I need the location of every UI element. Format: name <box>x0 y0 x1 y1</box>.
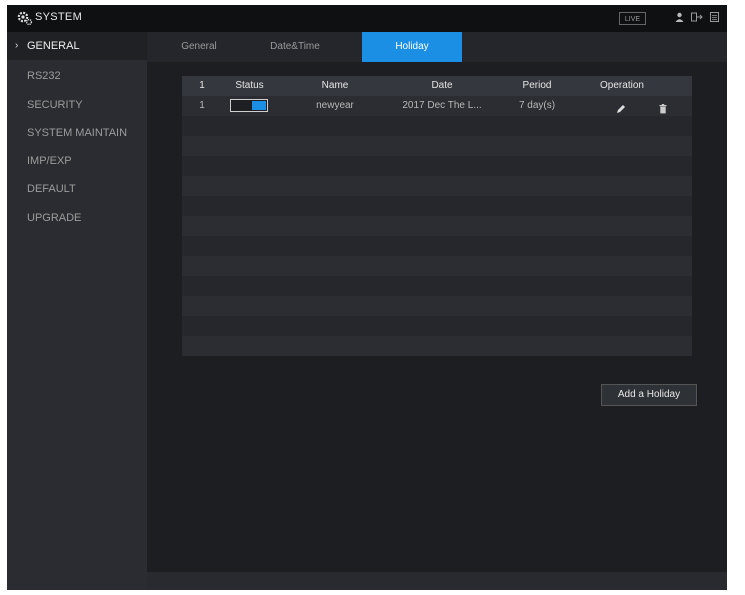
table-row <box>182 116 692 136</box>
table-row <box>182 216 692 236</box>
table-row <box>182 336 692 356</box>
sidebar-item-default[interactable]: DEFAULT <box>7 175 147 203</box>
table-row <box>182 136 692 156</box>
sidebar-item-system-maintain[interactable]: SYSTEM MAINTAIN <box>7 119 147 147</box>
sidebar-item-security[interactable]: SECURITY <box>7 91 147 119</box>
status-toggle[interactable] <box>230 99 268 112</box>
live-button[interactable]: LIVE <box>619 12 646 25</box>
table-row <box>182 316 692 336</box>
sidebar-item-label: DEFAULT <box>27 183 76 195</box>
sidebar-item-rs232[interactable]: RS232 <box>7 62 147 90</box>
sidebar-item-label: GENERAL <box>27 40 80 52</box>
user-icon[interactable] <box>675 12 684 25</box>
toggle-knob <box>252 101 266 110</box>
sidebar-item-imp-exp[interactable]: IMP/EXP <box>7 147 147 175</box>
chevron-right-icon: › <box>15 40 19 51</box>
tab-bar: General Date&Time Holiday <box>147 32 727 62</box>
top-bar: SYSTEM LIVE <box>7 5 727 32</box>
system-window: SYSTEM LIVE › GENERAL RS232 SECURITY SYS… <box>7 5 727 590</box>
row-index: 1 <box>199 100 205 111</box>
app-title: SYSTEM <box>35 11 83 23</box>
table-row <box>182 196 692 216</box>
tab-holiday[interactable]: Holiday <box>362 32 462 62</box>
column-header-operation: Operation <box>600 80 644 91</box>
table-row <box>182 276 692 296</box>
column-header-period: Period <box>522 80 552 91</box>
add-holiday-button[interactable]: Add a Holiday <box>601 384 697 406</box>
column-header-date: Date <box>431 80 453 91</box>
column-header-name: Name <box>321 80 349 91</box>
column-header-index: 1 <box>199 80 205 91</box>
sidebar-item-label: UPGRADE <box>27 212 82 224</box>
holiday-name: newyear <box>316 100 354 111</box>
sidebar-item-label: IMP/EXP <box>27 155 72 167</box>
sidebar-item-upgrade[interactable]: UPGRADE <box>7 204 147 232</box>
table-row <box>182 176 692 196</box>
main-panel: General Date&Time Holiday 1 Status Name … <box>147 32 727 590</box>
sidebar-item-label: RS232 <box>27 70 61 82</box>
table-row <box>182 156 692 176</box>
bottom-bar <box>147 572 727 590</box>
sidebar-item-label: SECURITY <box>27 99 83 111</box>
holiday-period: 7 day(s) <box>518 100 556 111</box>
gear-icon <box>17 11 33 26</box>
menu-icon[interactable] <box>710 12 719 25</box>
table-row[interactable]: 1 newyear 2017 Dec The L... 7 day(s) <box>182 96 692 116</box>
sidebar: › GENERAL RS232 SECURITY SYSTEM MAINTAIN… <box>7 32 147 590</box>
table-row <box>182 256 692 276</box>
table-row <box>182 296 692 316</box>
sidebar-item-label: SYSTEM MAINTAIN <box>27 127 128 139</box>
tab-general[interactable]: General <box>169 32 229 62</box>
holiday-date: 2017 Dec The L... <box>402 100 482 111</box>
logout-icon[interactable] <box>691 12 705 25</box>
sidebar-item-general[interactable]: › GENERAL <box>7 32 147 60</box>
table-header: 1 Status Name Date Period Operation <box>182 76 692 96</box>
tab-date-time[interactable]: Date&Time <box>255 32 335 62</box>
column-header-status: Status <box>235 80 264 91</box>
table-row <box>182 236 692 256</box>
